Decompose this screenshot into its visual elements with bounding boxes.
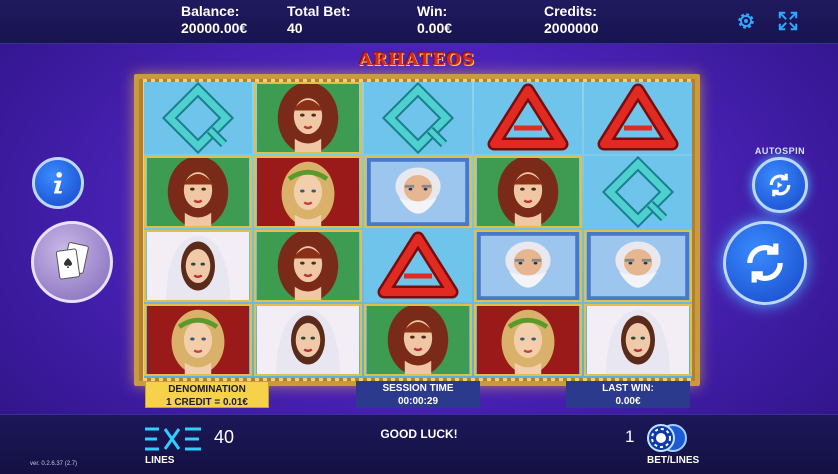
reel-symbol-woman-redhair (254, 82, 362, 154)
autospin-icon (769, 173, 791, 197)
balance-label: Balance: (181, 3, 240, 19)
reel-grid (144, 82, 692, 378)
session-time-label: SESSION TIME (382, 383, 454, 394)
win-value: 0.00€ (417, 20, 453, 36)
autospin-button[interactable] (752, 157, 808, 213)
reel-symbol-woman-redhair (254, 230, 362, 302)
reel-symbol-Q (584, 156, 692, 228)
balance-value: 20000.00€ (181, 20, 248, 36)
session-time-panel: SESSION TIME 00:00:29 (356, 381, 480, 408)
win-label: Win: (417, 3, 448, 19)
last-win-label: LAST WIN: (602, 383, 654, 394)
reel-symbol-zeus (474, 230, 582, 302)
session-time-value: 00:00:29 (397, 396, 439, 407)
bottom-bar (0, 414, 838, 474)
reel-symbol-woman-redhair (364, 304, 472, 376)
reel-symbol-woman-laurel (474, 304, 582, 376)
reel-symbol-Q (144, 82, 252, 154)
reel-symbol-zeus (364, 156, 472, 228)
gear-icon[interactable] (735, 10, 759, 34)
spin-icon (747, 243, 783, 283)
reel-symbol-A (474, 82, 582, 154)
version-text: ver. 0.2.6.37 (2.7) (30, 461, 78, 467)
lines-value[interactable]: 40 (214, 427, 234, 448)
reel-symbol-A (584, 82, 692, 154)
lines-label: LINES (145, 455, 175, 466)
win-display: Win: 0.00€ (417, 3, 452, 37)
denomination-value: 1 CREDIT = 0.01€ (166, 397, 248, 408)
reel-symbol-A (364, 230, 472, 302)
credits-display: Credits: 2000000 (544, 3, 599, 37)
total-bet-display: Total Bet: 40 (287, 3, 351, 37)
total-bet-label: Total Bet: (287, 3, 351, 19)
balance-display: Balance: 20000.00€ (181, 3, 247, 37)
gamble-cards-button[interactable] (31, 221, 113, 303)
total-bet-value: 40 (287, 20, 303, 36)
last-win-panel: LAST WIN: 0.00€ (566, 381, 690, 408)
game-title: ARHATEOS (358, 50, 476, 70)
reel-symbol-Q (364, 82, 472, 154)
spin-button[interactable] (723, 221, 807, 305)
reel-symbol-woman-veil (254, 304, 362, 376)
chips-icon[interactable] (645, 423, 691, 453)
lines-logo-icon[interactable] (143, 426, 205, 452)
status-message: GOOD LUCK! (380, 427, 458, 441)
reel-symbol-woman-redhair (144, 156, 252, 228)
reel-symbol-woman-redhair (474, 156, 582, 228)
gamble-cards-icon (55, 242, 89, 280)
bet-per-line-label: BET/LINES (647, 455, 700, 466)
last-win-value: 0.00€ (615, 396, 641, 407)
fullscreen-expand-icon[interactable] (777, 10, 801, 34)
credits-label: Credits: (544, 3, 597, 19)
denomination-panel[interactable]: DENOMINATION 1 CREDIT = 0.01€ (145, 381, 269, 408)
info-icon (53, 172, 63, 194)
reel-symbol-zeus (584, 230, 692, 302)
info-button[interactable] (32, 157, 84, 209)
bet-per-line-value[interactable]: 1 (625, 427, 634, 447)
reel-symbol-woman-laurel (254, 156, 362, 228)
reel-symbol-woman-laurel (144, 304, 252, 376)
autospin-label: AUTOSPIN (754, 146, 806, 156)
credits-value: 2000000 (544, 20, 599, 36)
denomination-label: DENOMINATION (168, 384, 246, 395)
reel-symbol-woman-veil (144, 230, 252, 302)
reel-symbol-woman-veil (584, 304, 692, 376)
